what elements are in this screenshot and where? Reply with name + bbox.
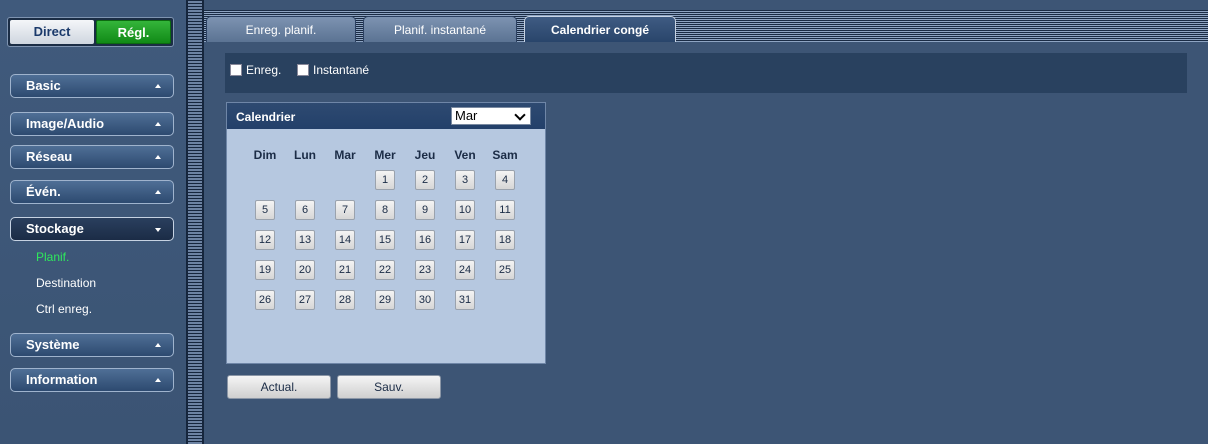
- menu-reseau-label: Réseau: [26, 149, 73, 164]
- weekday-header: Dim: [253, 148, 277, 162]
- menu-information[interactable]: Information: [10, 368, 174, 392]
- triangle-up-icon: [155, 122, 161, 126]
- enreg-checkbox-label: Enreg.: [246, 63, 282, 77]
- calendar-day-button[interactable]: 18: [495, 230, 515, 250]
- sidebar-item-destination[interactable]: Destination: [36, 276, 96, 290]
- triangle-up-icon: [155, 155, 161, 159]
- menu-image-audio[interactable]: Image/Audio: [10, 112, 174, 136]
- calendar-day-button[interactable]: 1: [375, 170, 395, 190]
- triangle-down-icon: [155, 228, 161, 232]
- calendar-day-button[interactable]: 14: [335, 230, 355, 250]
- instantane-checkbox-label: Instantané: [313, 63, 370, 77]
- save-button[interactable]: Sauv.: [337, 375, 441, 399]
- calendar-day-button[interactable]: 7: [335, 200, 355, 220]
- menu-systeme-label: Système: [26, 337, 80, 352]
- calendar-day-button[interactable]: 8: [375, 200, 395, 220]
- weekday-header: Mer: [374, 148, 396, 162]
- sidebar-item-planif[interactable]: Planif.: [36, 250, 69, 264]
- calendar-day-button[interactable]: 20: [295, 260, 315, 280]
- direct-button[interactable]: Direct: [10, 20, 94, 44]
- month-select[interactable]: Mar: [451, 107, 531, 125]
- weekday-header: Jeu: [414, 148, 436, 162]
- instantane-checkbox[interactable]: Instantané: [297, 63, 369, 77]
- calendar-day-button[interactable]: 17: [455, 230, 475, 250]
- calendar-title: Calendrier: [236, 110, 296, 124]
- menu-even-label: Évén.: [26, 184, 61, 199]
- weekday-header: Sam: [492, 148, 518, 162]
- menu-image-audio-label: Image/Audio: [26, 116, 105, 131]
- calendar-day-button[interactable]: 24: [455, 260, 475, 280]
- type-filter-bar: Enreg. Instantané: [225, 53, 1187, 93]
- calendar-day-button[interactable]: 9: [415, 200, 435, 220]
- weekday-header: Lun: [294, 148, 316, 162]
- calendar-day-button[interactable]: 4: [495, 170, 515, 190]
- menu-stockage-label: Stockage: [26, 221, 84, 236]
- calendar-day-button[interactable]: 2: [415, 170, 435, 190]
- triangle-up-icon: [155, 378, 161, 382]
- checkbox-box[interactable]: [297, 64, 309, 76]
- calendar-day-button[interactable]: 12: [255, 230, 275, 250]
- calendar-day-button[interactable]: 28: [335, 290, 355, 310]
- triangle-up-icon: [155, 84, 161, 88]
- tab-enreg-planif[interactable]: Enreg. planif.: [206, 16, 356, 42]
- calendar-day-button[interactable]: 16: [415, 230, 435, 250]
- calendar-day-button[interactable]: 10: [455, 200, 475, 220]
- calendar-day-button[interactable]: 3: [455, 170, 475, 190]
- menu-basic[interactable]: Basic: [10, 74, 174, 98]
- calendar-day-button[interactable]: 25: [495, 260, 515, 280]
- mode-toggle: Direct Régl.: [7, 17, 174, 47]
- calendar-day-button[interactable]: 30: [415, 290, 435, 310]
- triangle-up-icon: [155, 343, 161, 347]
- calendar-day-button[interactable]: 6: [295, 200, 315, 220]
- calendar-day-button[interactable]: 22: [375, 260, 395, 280]
- menu-basic-label: Basic: [26, 78, 61, 93]
- enreg-checkbox[interactable]: Enreg.: [230, 63, 281, 77]
- tab-bar: Enreg. planif. Planif. instantané Calend…: [204, 10, 1208, 42]
- calendar-day-button[interactable]: 11: [495, 200, 515, 220]
- calendar-day-button[interactable]: 31: [455, 290, 475, 310]
- menu-information-label: Information: [26, 372, 98, 387]
- menu-stockage[interactable]: Stockage: [10, 217, 174, 241]
- weekday-header: Mar: [334, 148, 356, 162]
- triangle-up-icon: [155, 190, 161, 194]
- calendar-day-button[interactable]: 21: [335, 260, 355, 280]
- sidebar-splitter[interactable]: [186, 0, 204, 444]
- menu-systeme[interactable]: Système: [10, 333, 174, 357]
- calendar-day-button[interactable]: 19: [255, 260, 275, 280]
- refresh-button[interactable]: Actual.: [227, 375, 331, 399]
- calendar-day-button[interactable]: 23: [415, 260, 435, 280]
- menu-even[interactable]: Évén.: [10, 180, 174, 204]
- calendar-day-button[interactable]: 26: [255, 290, 275, 310]
- holiday-calendar: Calendrier Mar Dim Lun Mar Mer Jeu Ven Sam 123…: [226, 102, 546, 364]
- tab-planif-instantane[interactable]: Planif. instantané: [363, 16, 517, 42]
- weekday-header: Ven: [454, 148, 476, 162]
- calendar-header: Calendrier Mar: [227, 103, 545, 129]
- checkbox-box[interactable]: [230, 64, 242, 76]
- chevron-down-icon: [514, 109, 526, 121]
- settings-button[interactable]: Régl.: [96, 20, 171, 44]
- calendar-day-button[interactable]: 29: [375, 290, 395, 310]
- sidebar-item-ctrl-enreg[interactable]: Ctrl enreg.: [36, 302, 92, 316]
- sidebar: Direct Régl. Basic Image/Audio Réseau Év…: [0, 0, 186, 444]
- calendar-day-button[interactable]: 27: [295, 290, 315, 310]
- calendar-day-button[interactable]: 13: [295, 230, 315, 250]
- tab-calendrier-conge[interactable]: Calendrier congé: [524, 16, 676, 42]
- calendar-day-button[interactable]: 5: [255, 200, 275, 220]
- menu-reseau[interactable]: Réseau: [10, 145, 174, 169]
- calendar-day-button[interactable]: 15: [375, 230, 395, 250]
- month-select-value: Mar: [455, 108, 478, 123]
